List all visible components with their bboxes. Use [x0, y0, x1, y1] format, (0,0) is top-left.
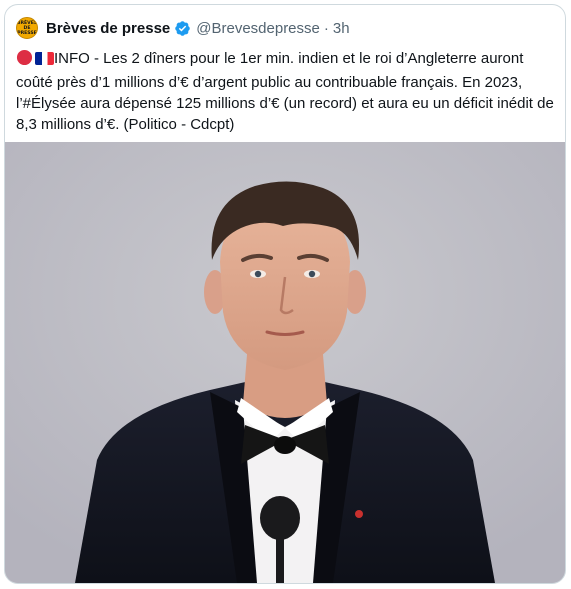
author-handle[interactable]: @Brevesdepresse: [196, 20, 320, 37]
tweet-header: BRÈVES DE PRESSE Brèves de presse @Breve…: [16, 17, 350, 39]
tweet-text: INFO - Les 2 dîners pour le 1er min. ind…: [16, 48, 556, 135]
author-display-name[interactable]: Brèves de presse: [46, 20, 170, 37]
avatar[interactable]: BRÈVES DE PRESSE: [16, 17, 38, 39]
red-circle-emoji: [16, 49, 33, 72]
photo-portrait-illustration: [5, 142, 565, 583]
separator-dot: ·: [323, 19, 329, 37]
tweet-card[interactable]: BRÈVES DE PRESSE Brèves de presse @Breve…: [4, 4, 566, 584]
tweet-photo[interactable]: [5, 142, 565, 583]
french-flag-emoji: [35, 51, 54, 72]
tweet-text-body: INFO - Les 2 dîners pour le 1er min. ind…: [16, 50, 554, 133]
tweet-timestamp[interactable]: 3h: [333, 20, 350, 37]
avatar-logo-text: BRÈVES DE PRESSE: [17, 20, 38, 36]
verified-badge-icon: [174, 20, 191, 37]
